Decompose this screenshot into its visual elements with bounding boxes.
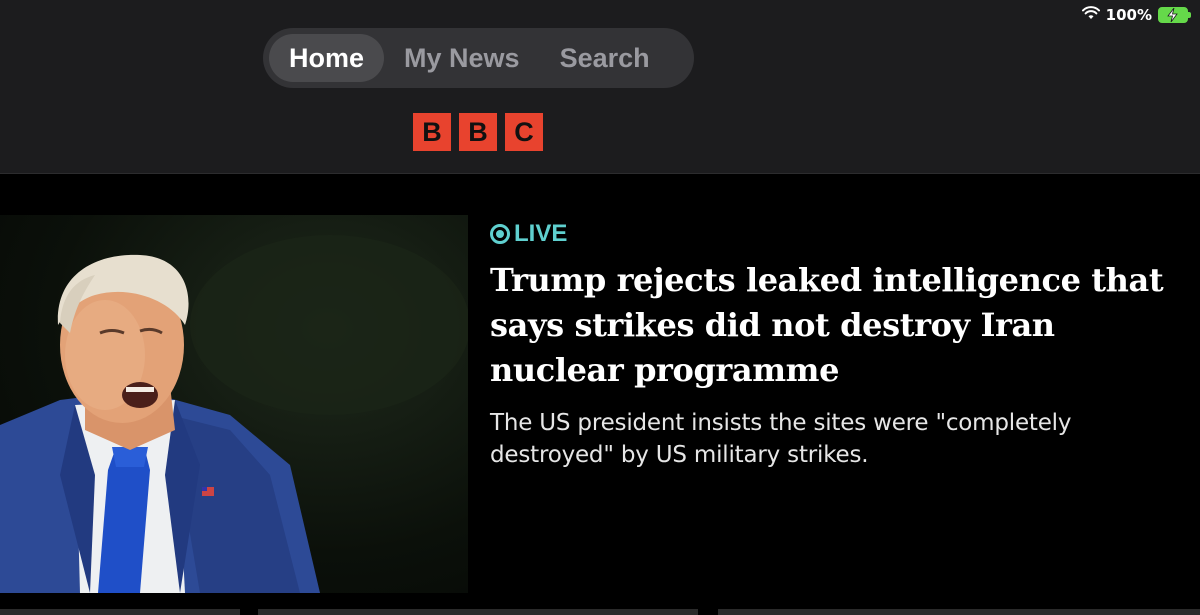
article-summary: The US president insists the sites were … [490, 410, 1072, 468]
tab-search[interactable]: Search [540, 34, 670, 82]
lead-article[interactable]: LIVE Trump rejects leaked intelligence t… [490, 218, 1170, 471]
bbc-logo: B B C [413, 113, 543, 151]
logo-letter: B [413, 113, 451, 151]
portrait-illustration [0, 235, 468, 593]
next-card-edge [718, 609, 1200, 615]
logo-letter: C [505, 113, 543, 151]
logo-letter: B [459, 113, 497, 151]
top-navigation: Home My News Search [263, 28, 694, 88]
wifi-icon [1081, 6, 1100, 24]
article-photo[interactable] [0, 215, 468, 593]
live-badge: LIVE [490, 218, 1170, 250]
battery-percentage: 100% [1105, 6, 1152, 24]
next-card-edge [0, 609, 240, 615]
status-bar: 100% [1081, 4, 1191, 26]
live-indicator-icon [490, 224, 510, 244]
article-headline[interactable]: Trump rejects leaked intelligence that s… [490, 258, 1170, 393]
tab-my-news[interactable]: My News [384, 34, 540, 82]
live-label: LIVE [514, 220, 568, 247]
next-card-edge [258, 609, 698, 615]
battery-charging-icon [1158, 7, 1191, 23]
app-header: 100% Home My News Search B B C [0, 0, 1200, 174]
tab-home[interactable]: Home [269, 34, 385, 82]
